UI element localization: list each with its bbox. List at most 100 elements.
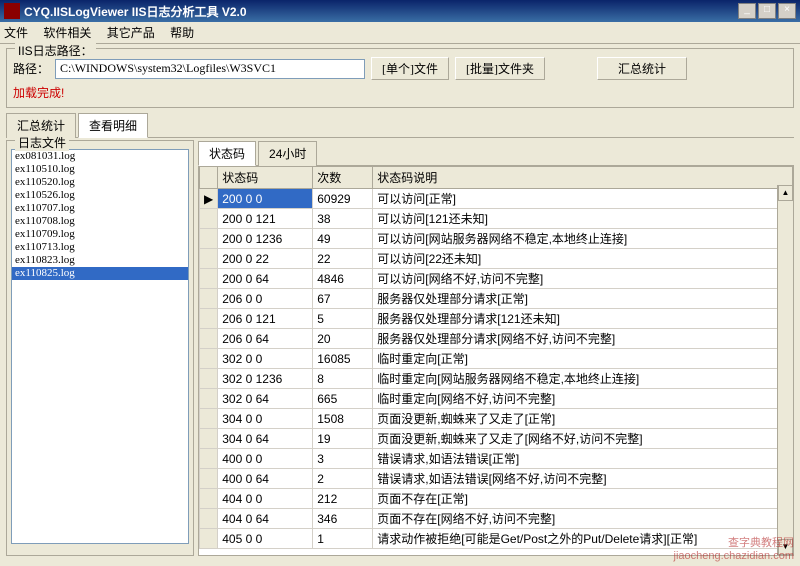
window-title: CYQ.IISLogViewer IIS日志分析工具 V2.0 <box>24 3 736 20</box>
table-row[interactable]: 302 0 64665临时重定向[网络不好,访问不完整] <box>200 389 793 409</box>
cell-c2: 服务器仅处理部分请求[121还未知] <box>373 309 793 329</box>
table-row[interactable]: 200 0 644846可以访问[网络不好,访问不完整] <box>200 269 793 289</box>
cell-c0: 206 0 64 <box>218 329 313 349</box>
summary-stats-button[interactable]: 汇总统计 <box>597 57 687 80</box>
file-list-item[interactable]: ex110520.log <box>12 176 188 189</box>
table-row[interactable]: 206 0 1215服务器仅处理部分请求[121还未知] <box>200 309 793 329</box>
cell-c0: 304 0 64 <box>218 429 313 449</box>
row-header <box>200 409 218 429</box>
cell-c2: 请求动作被拒绝[可能是Get/Post之外的Put/Delete请求][正常] <box>373 529 793 549</box>
menu-file[interactable]: 文件 <box>4 26 28 40</box>
menu-software[interactable]: 软件相关 <box>43 26 91 40</box>
table-row[interactable]: 405 0 01请求动作被拒绝[可能是Get/Post之外的Put/Delete… <box>200 529 793 549</box>
file-list-item[interactable]: ex110709.log <box>12 228 188 241</box>
row-header <box>200 449 218 469</box>
table-row[interactable]: ▶200 0 060929可以访问[正常] <box>200 189 793 209</box>
file-legend: 日志文件 <box>15 134 69 151</box>
cell-c2: 页面不存在[正常] <box>373 489 793 509</box>
tab-24hour[interactable]: 24小时 <box>258 141 317 166</box>
main-tabs: 汇总统计 查看明细 <box>6 112 794 138</box>
maximize-button[interactable]: □ <box>758 3 776 19</box>
col-description[interactable]: 状态码说明 <box>373 167 793 189</box>
cell-c1: 20 <box>313 329 373 349</box>
file-list-item[interactable]: ex110823.log <box>12 254 188 267</box>
cell-c1: 212 <box>313 489 373 509</box>
table-row[interactable]: 404 0 0212页面不存在[正常] <box>200 489 793 509</box>
row-header: ▶ <box>200 189 218 209</box>
path-label: 路径： <box>13 60 49 77</box>
cell-c0: 200 0 121 <box>218 209 313 229</box>
table-row[interactable]: 304 0 6419页面没更新,蜘蛛来了又走了[网络不好,访问不完整] <box>200 429 793 449</box>
scroll-up-icon[interactable]: ▲ <box>778 185 793 201</box>
vertical-scrollbar[interactable]: ▲ ▼ <box>777 185 793 555</box>
file-list-item[interactable]: ex110713.log <box>12 241 188 254</box>
file-list-item[interactable]: ex081031.log <box>12 150 188 163</box>
cell-c0: 302 0 1236 <box>218 369 313 389</box>
cell-c2: 页面不存在[网络不好,访问不完整] <box>373 509 793 529</box>
table-row[interactable]: 302 0 016085临时重定向[正常] <box>200 349 793 369</box>
menu-help[interactable]: 帮助 <box>170 26 194 40</box>
file-list-item[interactable]: ex110526.log <box>12 189 188 202</box>
data-grid[interactable]: 状态码 次数 状态码说明 ▶200 0 060929可以访问[正常]200 0 … <box>198 166 794 556</box>
cell-c1: 1508 <box>313 409 373 429</box>
file-list-item[interactable]: ex110707.log <box>12 202 188 215</box>
table-row[interactable]: 200 0 2222可以访问[22还未知] <box>200 249 793 269</box>
tab-status-code[interactable]: 状态码 <box>198 141 256 166</box>
file-listbox[interactable]: ex081031.logex110510.logex110520.logex11… <box>11 149 189 544</box>
table-row[interactable]: 200 0 123649可以访问[网站服务器网络不稳定,本地终止连接] <box>200 229 793 249</box>
file-list-item[interactable]: ex110825.log <box>12 267 188 280</box>
minimize-button[interactable]: _ <box>738 3 756 19</box>
load-status: 加载完成! <box>13 84 787 101</box>
row-header <box>200 329 218 349</box>
table-row[interactable]: 404 0 64346页面不存在[网络不好,访问不完整] <box>200 509 793 529</box>
row-header <box>200 369 218 389</box>
file-groupbox: 日志文件 ex081031.logex110510.logex110520.lo… <box>6 140 194 556</box>
cell-c2: 错误请求,如语法错误[正常] <box>373 449 793 469</box>
file-list-item[interactable]: ex110708.log <box>12 215 188 228</box>
cell-c2: 临时重定向[正常] <box>373 349 793 369</box>
col-status-code[interactable]: 状态码 <box>218 167 313 189</box>
table-row[interactable]: 400 0 03错误请求,如语法错误[正常] <box>200 449 793 469</box>
path-legend: IIS日志路径： <box>15 42 96 59</box>
batch-folder-button[interactable]: [批量]文件夹 <box>455 57 545 80</box>
table-row[interactable]: 400 0 642错误请求,如语法错误[网络不好,访问不完整] <box>200 469 793 489</box>
row-header <box>200 469 218 489</box>
app-icon <box>4 3 20 19</box>
cell-c1: 22 <box>313 249 373 269</box>
cell-c0: 206 0 121 <box>218 309 313 329</box>
cell-c1: 49 <box>313 229 373 249</box>
file-list-item[interactable]: ex110510.log <box>12 163 188 176</box>
cell-c2: 服务器仅处理部分请求[网络不好,访问不完整] <box>373 329 793 349</box>
table-row[interactable]: 200 0 12138可以访问[121还未知] <box>200 209 793 229</box>
cell-c1: 3 <box>313 449 373 469</box>
table-row[interactable]: 206 0 067服务器仅处理部分请求[正常] <box>200 289 793 309</box>
row-header <box>200 489 218 509</box>
tab-detail[interactable]: 查看明细 <box>78 113 148 138</box>
cell-c2: 错误请求,如语法错误[网络不好,访问不完整] <box>373 469 793 489</box>
table-row[interactable]: 304 0 01508页面没更新,蜘蛛来了又走了[正常] <box>200 409 793 429</box>
cell-c2: 临时重定向[网站服务器网络不稳定,本地终止连接] <box>373 369 793 389</box>
menubar: 文件 软件相关 其它产品 帮助 <box>0 22 800 44</box>
table-row[interactable]: 206 0 6420服务器仅处理部分请求[网络不好,访问不完整] <box>200 329 793 349</box>
cell-c0: 200 0 0 <box>218 189 313 209</box>
cell-c0: 200 0 22 <box>218 249 313 269</box>
row-header <box>200 209 218 229</box>
close-button[interactable]: × <box>778 3 796 19</box>
row-header <box>200 389 218 409</box>
single-file-button[interactable]: [单个]文件 <box>371 57 449 80</box>
cell-c2: 页面没更新,蜘蛛来了又走了[正常] <box>373 409 793 429</box>
scroll-down-icon[interactable]: ▼ <box>778 539 793 555</box>
sub-tabs: 状态码 24小时 <box>198 140 794 166</box>
cell-c1: 5 <box>313 309 373 329</box>
cell-c1: 4846 <box>313 269 373 289</box>
cell-c2: 服务器仅处理部分请求[正常] <box>373 289 793 309</box>
cell-c2: 可以访问[22还未知] <box>373 249 793 269</box>
menu-other[interactable]: 其它产品 <box>107 26 155 40</box>
cell-c2: 临时重定向[网络不好,访问不完整] <box>373 389 793 409</box>
cell-c0: 405 0 0 <box>218 529 313 549</box>
cell-c1: 665 <box>313 389 373 409</box>
col-count[interactable]: 次数 <box>313 167 373 189</box>
table-row[interactable]: 302 0 12368临时重定向[网站服务器网络不稳定,本地终止连接] <box>200 369 793 389</box>
row-header <box>200 309 218 329</box>
path-input[interactable] <box>55 59 365 79</box>
